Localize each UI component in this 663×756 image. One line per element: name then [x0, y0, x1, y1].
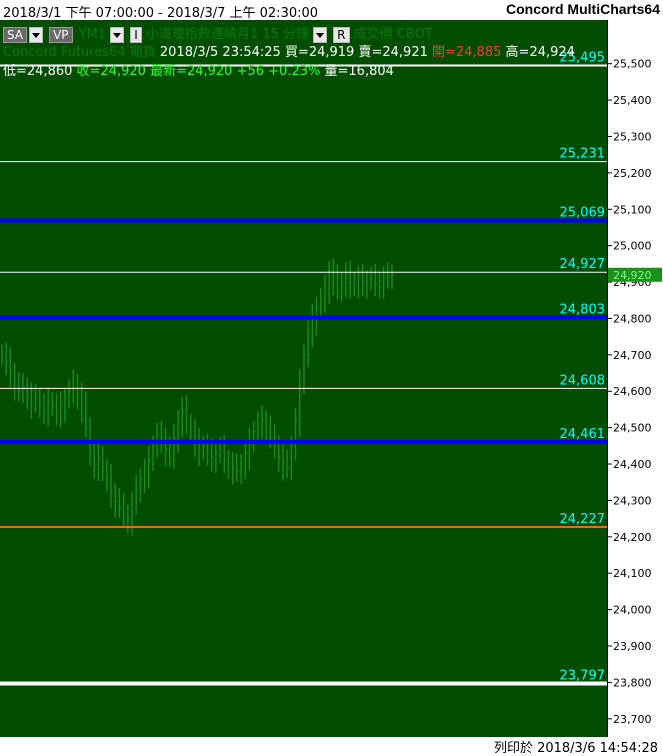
axis-tick-label: 25,300: [613, 130, 652, 143]
axis-tick-label: 25,000: [613, 240, 652, 253]
level-label: 24,608: [560, 373, 606, 388]
axis-tick-label: 24,100: [613, 567, 652, 580]
quote-close: 收=24,920: [76, 64, 146, 79]
quote-bid: 買=24,919: [284, 45, 355, 60]
level-label: 25,069: [560, 206, 606, 221]
axis-tick-label: 23,700: [613, 713, 652, 726]
axis-tick-label: 24,300: [613, 494, 652, 507]
quote-ask: 賣=24,921: [358, 45, 428, 60]
level-label: 24,227: [560, 512, 606, 527]
quote-source: Concord Futures64: [3, 45, 126, 60]
level-label: 24,461: [560, 427, 606, 442]
axis-tick-label: 24,600: [613, 385, 652, 398]
axis-tick-label: 24,700: [613, 349, 652, 362]
quote-low: 低=24,860: [3, 64, 73, 79]
axis-tick-label: 24,000: [613, 604, 652, 617]
level-label: 23,797: [560, 668, 606, 683]
level-label: 24,803: [560, 302, 606, 317]
axis-tick-label: 25,100: [613, 203, 652, 216]
price-axis-ticks: 23,700 23,800 23,900 24,000 24,100 24,200 24,3…: [608, 58, 662, 726]
interval-label: 15 分鐘: [262, 27, 310, 42]
title-bar: 2018/3/1 下午 07:00:00 - 2018/3/7 上午 02:30…: [0, 0, 663, 21]
level-label: 25,231: [560, 147, 606, 162]
quote-high: 高=24,924: [505, 45, 575, 60]
exchange-label: CBOT: [396, 27, 433, 42]
quote-change-pct: +0.23%: [268, 64, 321, 79]
price-plot[interactable]: 25,49525,23125,06924,92724,80324,60824,4…: [0, 20, 607, 737]
quote-row-2: 低=24,860 收=24,920 最新=24,920 +56 +0.23% 量…: [3, 60, 394, 79]
toolbar-row: SA VP YM1 I 小道瓊指數連續月1 15 分鐘 R 成交價 CBOT: [3, 23, 433, 43]
quote-change: +56: [236, 64, 265, 79]
level-label: 24,927: [560, 257, 606, 272]
axis-tick-label: 24,200: [613, 531, 652, 544]
footer: 列印於 2018/3/6 14:54:28: [0, 737, 663, 756]
axis-tick-label: 23,900: [613, 640, 652, 653]
chart-area[interactable]: 25,495 25,231 25,069 24,927 24,803 24,608 24,4…: [0, 20, 607, 737]
axis-tick-label: 24,800: [613, 312, 652, 325]
instrument-name: 小道瓊指數連續月1: [145, 27, 259, 42]
quote-volume: 量=16,804: [324, 64, 394, 79]
quote-time: 23:54:25: [222, 45, 281, 60]
quote-date: 2018/3/5: [159, 45, 219, 60]
price-axis: 23,700 23,800 23,900 24,000 24,100 24,200 24,3…: [607, 20, 663, 737]
axis-tick-label: 25,500: [613, 58, 652, 71]
quote-row-1: Concord Futures64 期貨 2018/3/5 23:54:25 買…: [3, 41, 575, 60]
axis-tick-label: 25,200: [613, 167, 652, 180]
print-time: 列印於 2018/3/6 14:54:28: [493, 741, 658, 756]
axis-tick-label: 24,400: [613, 458, 652, 471]
quote-last: 最新=24,920: [150, 64, 233, 79]
axis-tick-label: 24,500: [613, 422, 652, 435]
axis-tick-label: 25,400: [613, 94, 652, 107]
trade-type-label: 成交價: [353, 27, 393, 42]
date-range: 2018/3/1 下午 07:00:00 - 2018/3/7 上午 02:30…: [3, 6, 319, 21]
axis-tick-label: 23,800: [613, 676, 652, 689]
symbol-label: YM1: [78, 27, 107, 42]
quote-category: 期貨: [129, 45, 156, 60]
last-price-label: 24,920: [613, 269, 652, 282]
app-name: Concord MultiCharts64: [505, 1, 660, 17]
quote-open: 開=24,885: [432, 45, 502, 60]
